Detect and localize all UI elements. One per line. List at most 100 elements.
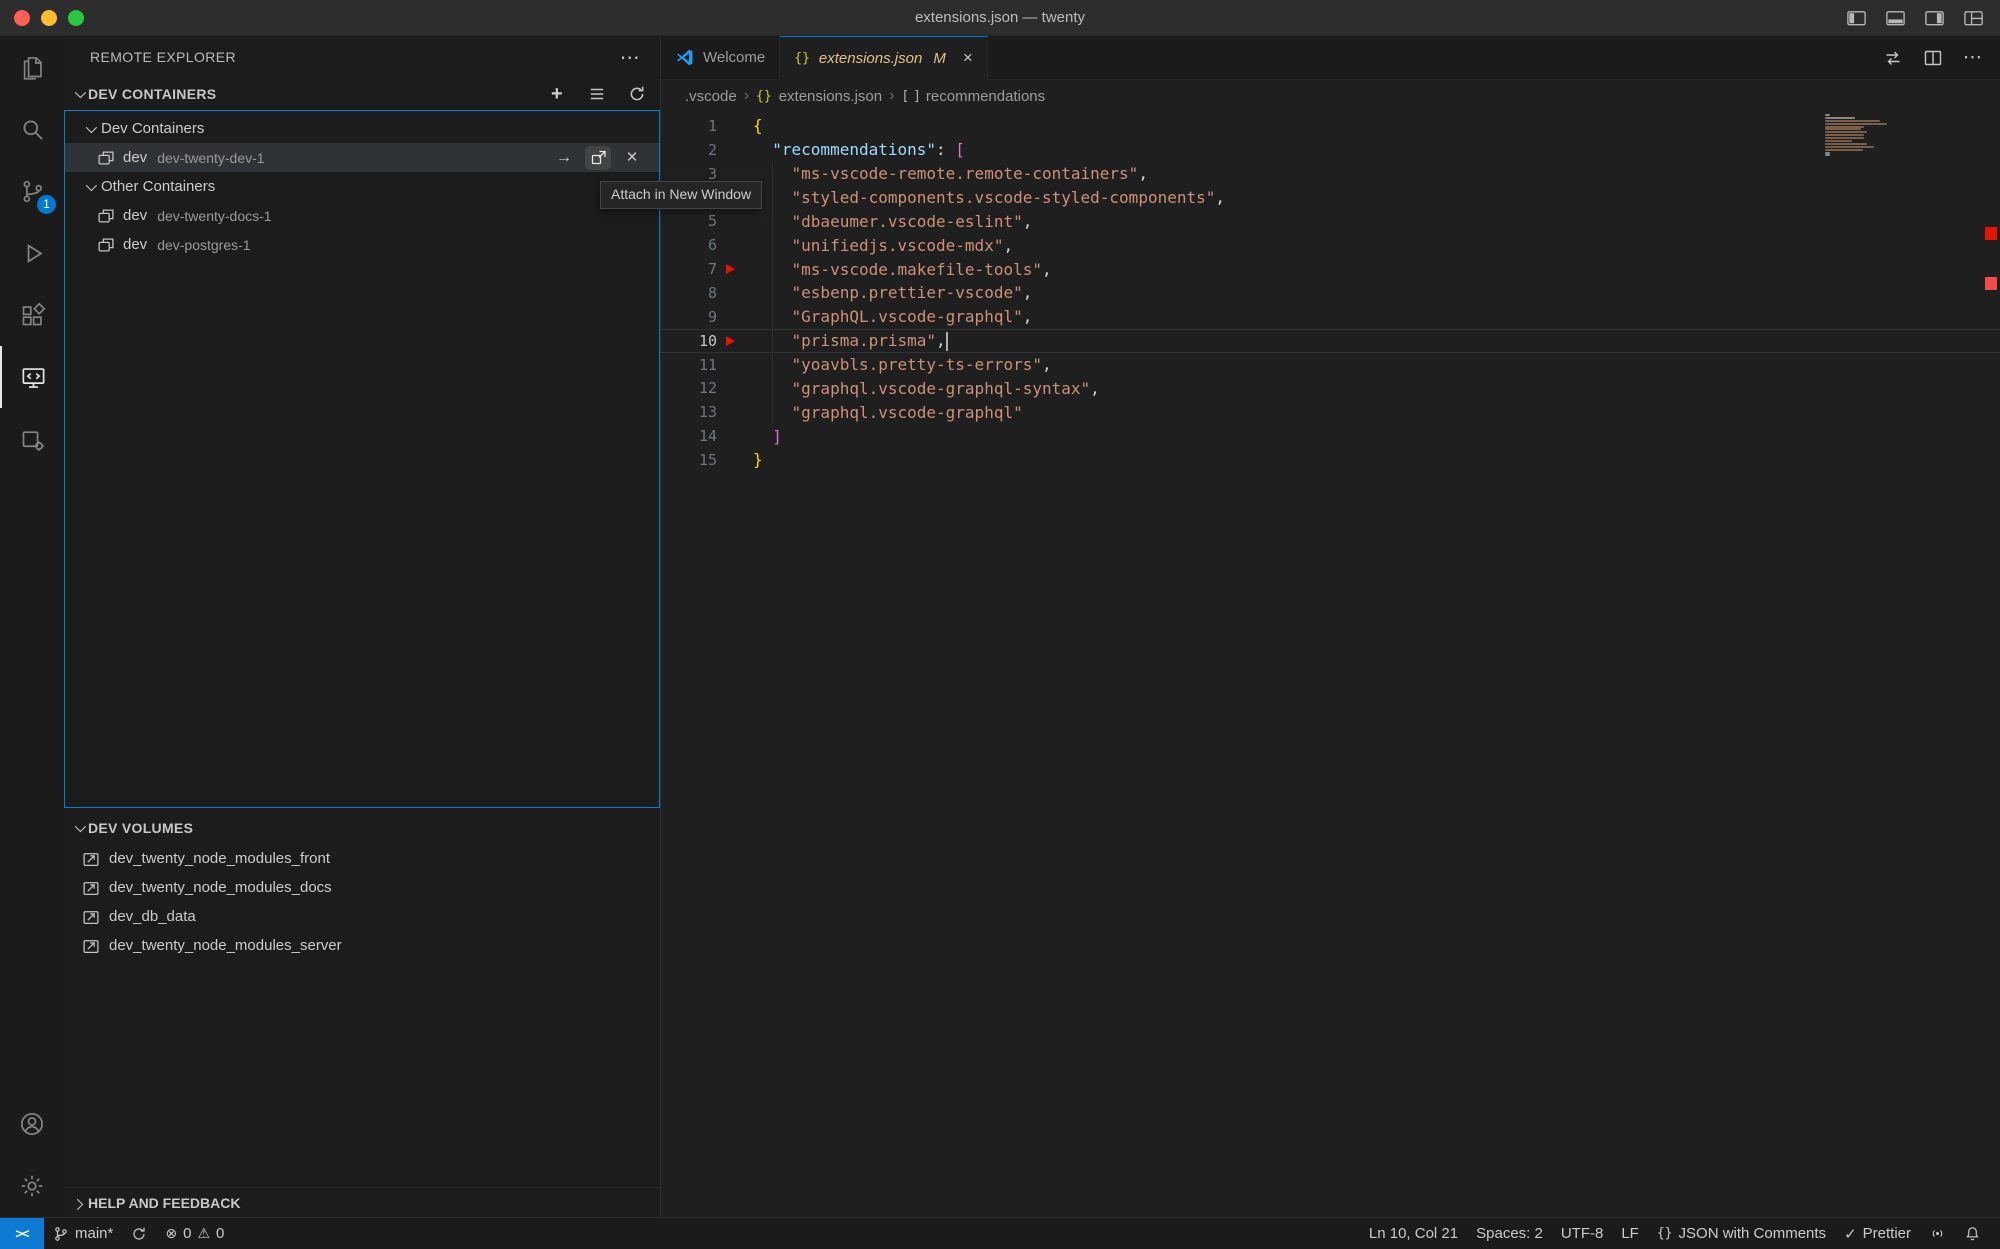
line-number: 15 xyxy=(661,451,717,469)
code-line[interactable]: 2 "recommendations": [ xyxy=(661,138,2000,162)
indent-guide xyxy=(772,257,773,281)
formatter-status[interactable]: ✓ Prettier xyxy=(1835,1225,1920,1243)
code-line[interactable]: 4 "styled-components.vscode-styled-compo… xyxy=(661,186,2000,210)
minimap[interactable] xyxy=(1825,114,1891,157)
tree-group-dev-containers[interactable]: Dev Containers xyxy=(65,114,659,143)
indent-guide xyxy=(772,186,773,210)
container-item-dev-twenty-dev-1[interactable]: dev dev-twenty-dev-1 → × xyxy=(65,143,659,172)
attach-icon[interactable]: → xyxy=(551,146,577,170)
refresh-icon[interactable] xyxy=(624,82,650,106)
breadcrumb-item-symbol[interactable]: recommendations xyxy=(926,88,1045,105)
code-line[interactable]: 13 "graphql.vscode-graphql" xyxy=(661,400,2000,424)
minimap-line xyxy=(1825,140,1852,142)
containers-icon xyxy=(19,426,46,453)
explorer-icon xyxy=(19,54,46,81)
sidebar-item-dev-containers[interactable] xyxy=(0,408,64,470)
encoding-setting[interactable]: UTF-8 xyxy=(1552,1225,1613,1242)
container-name: dev xyxy=(123,236,147,253)
chevron-down-icon xyxy=(81,120,99,138)
dev-containers-section-header[interactable]: DEV CONTAINERS + xyxy=(64,78,660,110)
code-line[interactable]: 7 "ms-vscode.makefile-tools", xyxy=(661,257,2000,281)
json-braces-icon: {} xyxy=(756,89,772,104)
container-item-dev-postgres-1[interactable]: dev dev-postgres-1 xyxy=(65,230,659,259)
sidebar-item-source-control[interactable]: 1 xyxy=(0,160,64,222)
code-text: "recommendations": [ xyxy=(753,140,965,159)
volume-icon xyxy=(82,850,100,868)
workbench: 1 xyxy=(0,36,2000,1217)
tree-group-other-containers[interactable]: Other Containers xyxy=(65,172,659,201)
volume-item[interactable]: dev_twenty_node_modules_docs xyxy=(64,873,660,902)
new-dev-container-icon[interactable]: + xyxy=(544,82,570,106)
code-line[interactable]: 8 "esbenp.prettier-vscode", xyxy=(661,281,2000,305)
code-line[interactable]: 15} xyxy=(661,448,2000,472)
feedback-item[interactable] xyxy=(1920,1225,1955,1242)
problems-item[interactable]: ⊗ 0 ⚠ 0 xyxy=(156,1218,233,1249)
sidebar-item-run-debug[interactable] xyxy=(0,222,64,284)
volume-label: dev_twenty_node_modules_front xyxy=(109,850,330,867)
code-line[interactable]: 11 "yoavbls.pretty-ts-errors", xyxy=(661,353,2000,377)
code-text: "dbaeumer.vscode-eslint", xyxy=(753,212,1032,231)
more-actions-icon[interactable]: ⋯ xyxy=(620,45,640,70)
chevron-down-icon xyxy=(81,178,99,196)
code-line[interactable]: 12 "graphql.vscode-graphql-syntax", xyxy=(661,376,2000,400)
more-actions-icon[interactable]: ⋯ xyxy=(1963,46,1982,69)
attach-new-window-icon[interactable] xyxy=(585,146,611,170)
minimap-line xyxy=(1825,134,1864,136)
code-line[interactable]: 14 ] xyxy=(661,424,2000,448)
sync-changes-item[interactable] xyxy=(122,1218,156,1249)
code-text: "prisma.prisma", xyxy=(753,331,948,351)
dev-volumes-header-label: DEV VOLUMES xyxy=(88,820,193,836)
volume-item[interactable]: dev_db_data xyxy=(64,902,660,931)
code-line[interactable]: 1{ xyxy=(661,114,2000,138)
toggle-secondary-sidebar-icon[interactable] xyxy=(1924,8,1945,28)
open-changes-icon[interactable] xyxy=(1883,48,1903,68)
code-line[interactable]: 10 "prisma.prisma", xyxy=(661,329,2000,353)
toggle-primary-sidebar-icon[interactable] xyxy=(1846,8,1867,28)
toggle-panel-icon[interactable] xyxy=(1885,8,1906,28)
manage-menu[interactable] xyxy=(0,1155,64,1217)
vscode-logo-icon xyxy=(675,48,694,67)
volume-item[interactable]: dev_twenty_node_modules_server xyxy=(64,931,660,960)
volume-item[interactable]: dev_twenty_node_modules_front xyxy=(64,844,660,873)
dev-volumes-section-header[interactable]: DEV VOLUMES xyxy=(64,812,660,844)
container-item-dev-twenty-docs-1[interactable]: dev dev-twenty-docs-1 xyxy=(65,201,659,230)
close-tab-icon[interactable]: × xyxy=(963,48,973,68)
overview-ruler-mark xyxy=(1985,277,1997,290)
help-feedback-section-header[interactable]: HELP AND FEEDBACK xyxy=(64,1187,660,1217)
gutter[interactable] xyxy=(717,336,753,346)
code-line[interactable]: 9 "GraphQL.vscode-graphql", xyxy=(661,305,2000,329)
tab-welcome[interactable]: Welcome xyxy=(661,36,780,79)
accounts-menu[interactable] xyxy=(0,1093,64,1155)
notifications-bell-icon xyxy=(1964,1225,1981,1242)
extensions-icon xyxy=(19,302,46,329)
sidebar-title: REMOTE EXPLORER xyxy=(90,49,236,65)
minimap-line xyxy=(1825,114,1830,116)
code-line[interactable]: 3 "ms-vscode-remote.remote-containers", xyxy=(661,162,2000,186)
notifications-item[interactable] xyxy=(1955,1225,1990,1242)
sidebar-item-explorer[interactable] xyxy=(0,36,64,98)
code-line[interactable]: 6 "unifiedjs.vscode-mdx", xyxy=(661,233,2000,257)
activity-bar: 1 xyxy=(0,36,64,1217)
line-number: 14 xyxy=(661,427,717,445)
sidebar-item-search[interactable] xyxy=(0,98,64,160)
language-mode[interactable]: {} JSON with Comments xyxy=(1648,1225,1835,1242)
stop-container-icon[interactable]: × xyxy=(619,146,645,170)
details-list-icon[interactable] xyxy=(584,82,610,106)
search-icon xyxy=(19,116,46,143)
indentation-setting[interactable]: Spaces: 2 xyxy=(1467,1225,1552,1242)
breadcrumb-item-vscode[interactable]: .vscode xyxy=(685,88,737,105)
code-editor[interactable]: 1{2 "recommendations": [3 "ms-vscode-rem… xyxy=(661,112,2000,472)
code-line[interactable]: 5 "dbaeumer.vscode-eslint", xyxy=(661,209,2000,233)
git-branch-item[interactable]: main* xyxy=(44,1218,122,1249)
remote-indicator[interactable]: >< xyxy=(0,1218,44,1249)
eol-setting[interactable]: LF xyxy=(1612,1225,1648,1242)
tab-extensions-json[interactable]: {} extensions.json M × xyxy=(780,36,988,79)
cursor-position[interactable]: Ln 10, Col 21 xyxy=(1360,1225,1467,1242)
sidebar-item-extensions[interactable] xyxy=(0,284,64,346)
breadcrumb-item-file[interactable]: extensions.json xyxy=(779,88,882,105)
gutter[interactable] xyxy=(717,264,753,274)
split-editor-icon[interactable] xyxy=(1923,48,1943,68)
customize-layout-icon[interactable] xyxy=(1963,8,1984,28)
sidebar-item-remote-explorer[interactable] xyxy=(0,346,64,408)
git-modified-badge: M xyxy=(933,50,946,67)
